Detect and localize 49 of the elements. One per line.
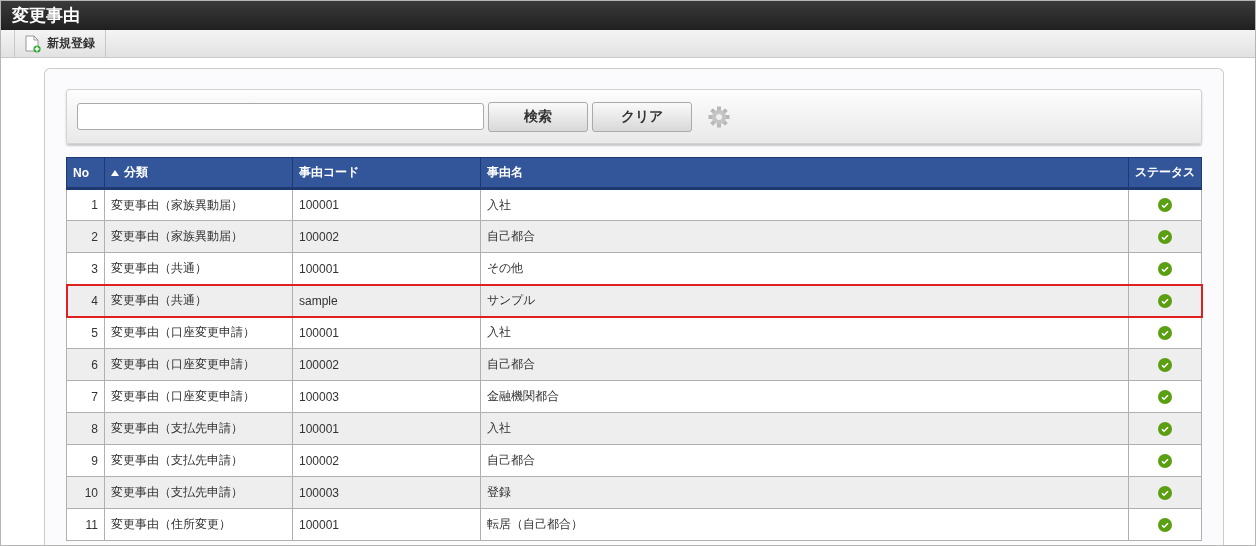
column-header[interactable]: 事由名 xyxy=(480,157,1129,189)
table-cell: 変更事由（支払先申請） xyxy=(104,444,293,477)
table-cell: 変更事由（口座変更申請） xyxy=(104,348,293,381)
page-title: 変更事由 xyxy=(12,5,80,27)
table-cell: 変更事由（家族異動届） xyxy=(104,188,293,221)
table-cell: 金融機関都合 xyxy=(480,380,1129,413)
table-cell: 変更事由（口座変更申請） xyxy=(104,316,293,349)
table-cell: 100001 xyxy=(292,188,481,221)
table-cell: 変更事由（口座変更申請） xyxy=(104,380,293,413)
table-cell: 100003 xyxy=(292,476,481,509)
table-cell: 自己都合 xyxy=(480,348,1129,381)
table-cell: 8 xyxy=(66,412,105,445)
table-cell: 100002 xyxy=(292,444,481,477)
new-registration-button[interactable]: 新規登録 xyxy=(14,30,106,57)
table-cell: 100001 xyxy=(292,412,481,445)
column-header[interactable]: 分類 xyxy=(104,157,293,189)
table-cell: 変更事由（支払先申請） xyxy=(104,476,293,509)
table-cell: 登録 xyxy=(480,476,1129,509)
table-cell: 変更事由（住所変更） xyxy=(104,508,293,541)
new-document-icon xyxy=(25,34,41,53)
table-cell: 10 xyxy=(66,476,105,509)
table-cell: 入社 xyxy=(480,412,1129,445)
table-cell: 11 xyxy=(66,508,105,541)
table-cell: 入社 xyxy=(480,316,1129,349)
table-cell: 自己都合 xyxy=(480,444,1129,477)
search-button[interactable]: 検索 xyxy=(488,101,588,132)
table-cell: 変更事由（支払先申請） xyxy=(104,412,293,445)
table-cell: 5 xyxy=(66,316,105,349)
settings-icon[interactable] xyxy=(708,105,730,128)
table-cell: 9 xyxy=(66,444,105,477)
search-field[interactable] xyxy=(77,103,484,130)
table-cell: 100001 xyxy=(292,508,481,541)
table-cell: 自己都合 xyxy=(480,220,1129,253)
table-cell: 2 xyxy=(66,220,105,253)
table-cell: 変更事由（家族異動届） xyxy=(104,220,293,253)
table-cell: 100002 xyxy=(292,220,481,253)
table-cell: 転居（自己都合） xyxy=(480,508,1129,541)
column-header[interactable]: ステータス xyxy=(1128,157,1202,189)
sort-ascending-icon xyxy=(111,170,119,176)
clear-button[interactable]: クリア xyxy=(592,101,692,132)
table-cell: 7 xyxy=(66,380,105,413)
column-header[interactable]: 事由コード xyxy=(292,157,481,189)
column-header[interactable]: No xyxy=(66,157,105,189)
table-cell: 6 xyxy=(66,348,105,381)
table-cell: 100002 xyxy=(292,348,481,381)
table-cell: 100003 xyxy=(292,380,481,413)
table-cell: 100001 xyxy=(292,316,481,349)
table-cell: 入社 xyxy=(480,188,1129,221)
table-cell: 1 xyxy=(66,188,105,221)
